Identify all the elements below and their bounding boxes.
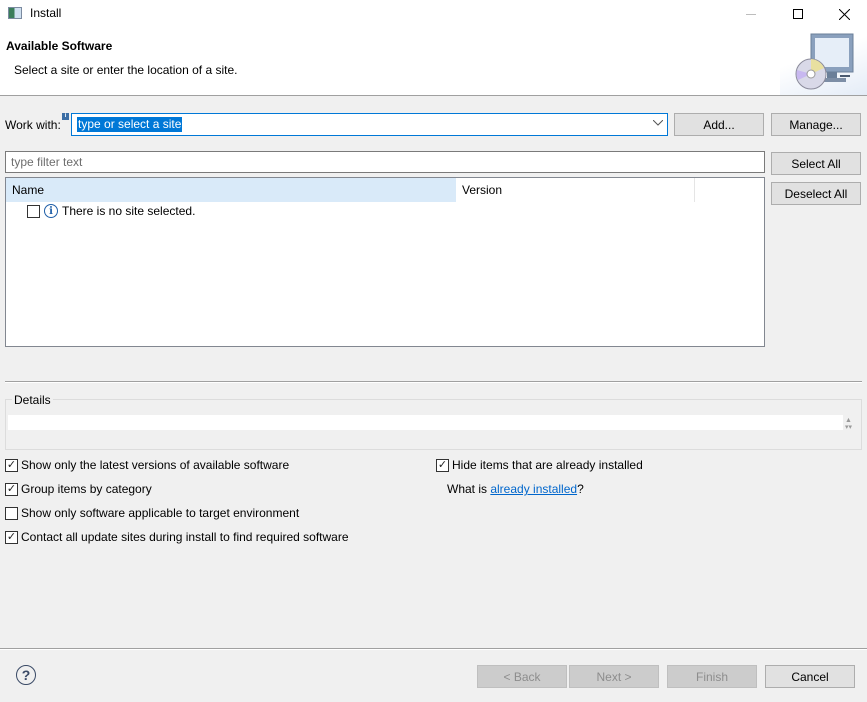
- checkbox[interactable]: ✓: [436, 458, 449, 472]
- already-installed-text: What is already installed?: [447, 482, 584, 496]
- details-label: Details: [12, 393, 53, 407]
- option-label: Show only software applicable to target …: [21, 506, 300, 520]
- column-header-version[interactable]: Version: [456, 178, 695, 202]
- install-wizard-monitor-cd-icon: [795, 33, 854, 90]
- maximize-button[interactable]: [775, 0, 821, 28]
- back-button[interactable]: < Back: [477, 665, 567, 688]
- minimize-icon: [746, 13, 756, 15]
- option-contact-update-sites[interactable]: ✓ Contact all update sites during instal…: [5, 530, 349, 544]
- checkbox[interactable]: ✓: [5, 458, 18, 472]
- banner: [780, 28, 867, 95]
- close-icon: [838, 8, 850, 20]
- option-label: Group items by category: [21, 482, 152, 496]
- window-title: Install: [30, 6, 62, 20]
- already-installed-link[interactable]: already installed: [490, 482, 577, 496]
- already-installed-suffix: ?: [577, 482, 584, 496]
- option-target-environment[interactable]: Show only software applicable to target …: [5, 506, 299, 520]
- table-row[interactable]: i There is no site selected.: [27, 204, 195, 218]
- option-hide-installed[interactable]: ✓ Hide items that are already installed: [436, 458, 643, 472]
- option-label: Hide items that are already installed: [452, 458, 643, 472]
- finish-button[interactable]: Finish: [667, 665, 757, 688]
- page-description: Select a site or enter the location of a…: [14, 63, 238, 77]
- row-name: There is no site selected.: [62, 204, 196, 218]
- checkmark-icon: ✓: [437, 458, 448, 471]
- option-label: Show only the latest versions of availab…: [21, 458, 290, 472]
- info-icon: i: [44, 204, 58, 218]
- chevron-down-icon[interactable]: [652, 117, 664, 129]
- option-group-by-category[interactable]: ✓ Group items by category: [5, 482, 152, 496]
- checkbox[interactable]: [5, 506, 18, 520]
- filter-placeholder: type filter text: [11, 155, 83, 169]
- option-label: Contact all update sites during install …: [21, 530, 349, 544]
- select-all-button[interactable]: Select All: [771, 152, 861, 175]
- content-assist-info-icon: i: [62, 113, 69, 120]
- next-button[interactable]: Next >: [569, 665, 659, 688]
- footer-divider: [0, 648, 867, 650]
- checkmark-icon: ✓: [6, 482, 17, 495]
- help-icon[interactable]: ?: [16, 665, 36, 685]
- page-title: Available Software: [6, 39, 113, 53]
- cancel-button[interactable]: Cancel: [765, 665, 855, 688]
- work-with-input[interactable]: type or select a site: [77, 117, 183, 132]
- filter-input[interactable]: type filter text: [5, 151, 765, 173]
- minimize-button[interactable]: [728, 0, 774, 28]
- manage-sites-button[interactable]: Manage...: [771, 113, 861, 136]
- details-text: [8, 415, 843, 430]
- work-with-combo[interactable]: type or select a site: [71, 113, 668, 136]
- checkbox[interactable]: ✓: [5, 530, 18, 544]
- title-bar: Install: [0, 0, 867, 28]
- wizard-header: Available Software Select a site or ente…: [0, 28, 867, 96]
- checkmark-icon: ✓: [6, 530, 17, 543]
- deselect-all-button[interactable]: Deselect All: [771, 182, 861, 205]
- app-icon: [8, 7, 22, 19]
- close-button[interactable]: [821, 0, 867, 28]
- maximize-icon: [793, 9, 803, 19]
- row-checkbox[interactable]: [27, 204, 40, 218]
- option-latest-versions[interactable]: ✓ Show only the latest versions of avail…: [5, 458, 289, 472]
- checkmark-icon: ✓: [6, 458, 17, 471]
- details-scrollbar[interactable]: ▲ ▾▾: [845, 417, 852, 431]
- add-site-button[interactable]: Add...: [674, 113, 764, 136]
- software-table[interactable]: Name Version i There is no site selected…: [5, 177, 765, 347]
- already-installed-prefix: What is: [447, 482, 491, 496]
- work-with-label: Work with:: [5, 118, 61, 132]
- checkbox[interactable]: ✓: [5, 482, 18, 496]
- divider: [5, 381, 862, 383]
- column-header-name[interactable]: Name: [6, 178, 456, 202]
